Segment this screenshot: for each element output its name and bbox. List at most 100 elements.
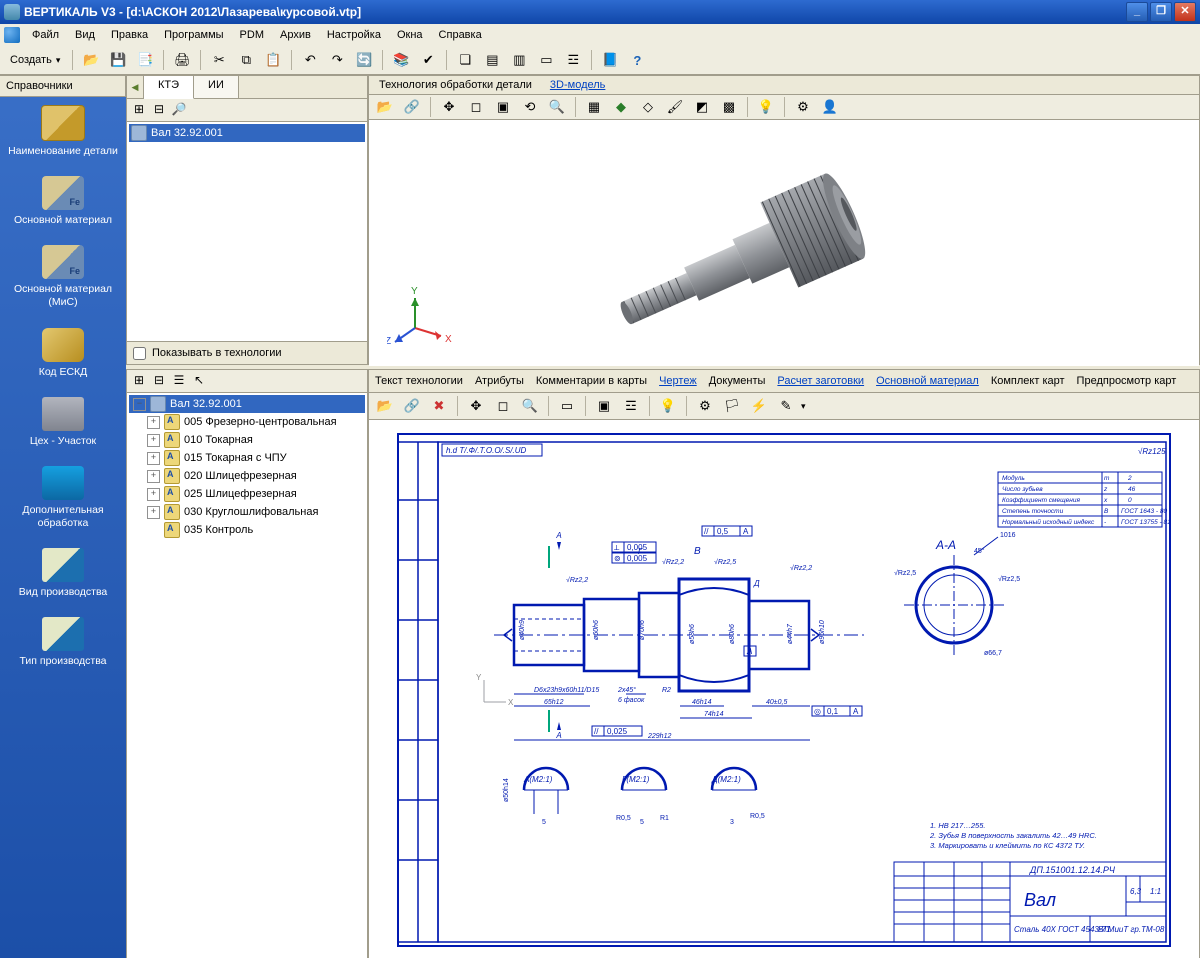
v-hidden-icon[interactable]: ◇ <box>636 95 660 119</box>
paste-icon[interactable]: 📋 <box>261 48 285 72</box>
layers-icon[interactable]: 📚 <box>389 48 413 72</box>
kte-root-node[interactable]: Вал 32.92.001 <box>129 124 365 142</box>
operation-node[interactable]: 035 Контроль <box>129 521 365 539</box>
menu-правка[interactable]: Правка <box>103 27 156 43</box>
menu-настройка[interactable]: Настройка <box>319 27 389 43</box>
d-fn2-icon[interactable]: ⚡ <box>747 394 771 418</box>
expander-icon[interactable]: + <box>147 416 160 429</box>
d-link-icon[interactable]: 🔗 <box>400 394 424 418</box>
v-zoombox-icon[interactable]: ◻ <box>464 95 488 119</box>
window-layout-icon[interactable]: ☲ <box>561 48 585 72</box>
d-zoombox-icon[interactable]: ◻ <box>491 394 515 418</box>
operation-node[interactable]: +030 Круглошлифовальная <box>129 503 365 521</box>
show-in-tech-input[interactable] <box>133 347 146 360</box>
expander-icon[interactable]: + <box>147 470 160 483</box>
d-open-icon[interactable]: 📂 <box>373 394 397 418</box>
d-del-icon[interactable]: ✖ <box>427 394 451 418</box>
expander-icon[interactable]: + <box>147 452 160 465</box>
doc-tab[interactable]: Атрибуты <box>475 375 524 387</box>
d-sel-icon[interactable]: ▣ <box>592 394 616 418</box>
tree-collapse-icon[interactable]: ⊟ <box>151 102 167 118</box>
ops-collapse-icon[interactable]: ⊟ <box>151 373 167 389</box>
menu-файл[interactable]: Файл <box>24 27 67 43</box>
tab-3dmodel[interactable]: 3D-модель <box>546 76 609 94</box>
v-body-icon[interactable]: 👤 <box>818 95 842 119</box>
redo-icon[interactable]: ↷ <box>325 48 349 72</box>
menu-вид[interactable]: Вид <box>67 27 103 43</box>
d-zoom-icon[interactable]: 🔍 <box>518 394 542 418</box>
menu-программы[interactable]: Программы <box>156 27 231 43</box>
menu-окна[interactable]: Окна <box>389 27 431 43</box>
v-shade-icon[interactable]: ◆ <box>609 95 633 119</box>
tab-kte[interactable]: КТЭ <box>144 76 194 99</box>
doc-tab[interactable]: Предпросмотр карт <box>1077 375 1177 387</box>
doc-tab[interactable]: Основной материал <box>876 375 979 387</box>
v-link-icon[interactable]: 🔗 <box>400 95 424 119</box>
d-bulb-icon[interactable]: 💡 <box>656 394 680 418</box>
rail-item[interactable]: Наименование детали <box>0 97 126 168</box>
print-icon[interactable]: 🖨 <box>170 48 194 72</box>
expander-icon[interactable]: + <box>147 434 160 447</box>
minimize-button[interactable]: _ <box>1126 2 1148 22</box>
expander-icon[interactable]: + <box>147 488 160 501</box>
undo-icon[interactable]: ↶ <box>298 48 322 72</box>
cut-icon[interactable]: ✂ <box>207 48 231 72</box>
v-rotate-icon[interactable]: ⟲ <box>518 95 542 119</box>
v-bulb-icon[interactable]: 💡 <box>754 95 778 119</box>
save-icon[interactable]: 💾 <box>106 48 130 72</box>
tree-expand-icon[interactable]: ⊞ <box>131 102 147 118</box>
refresh-icon[interactable]: 🔄 <box>352 48 376 72</box>
doc-tab[interactable]: Комментарии в карты <box>536 375 647 387</box>
save-all-icon[interactable]: 📑 <box>133 48 157 72</box>
expander-icon[interactable]: + <box>147 506 160 519</box>
v-zoom-icon[interactable]: 🔍 <box>545 95 569 119</box>
close-button[interactable]: ✕ <box>1174 2 1196 22</box>
create-dropdown[interactable]: Создать ▾ <box>4 52 66 68</box>
help-icon[interactable]: ? <box>625 48 649 72</box>
show-in-tech-checkbox[interactable]: Показывать в технологии <box>127 341 367 364</box>
v-open-icon[interactable]: 📂 <box>373 95 397 119</box>
doc-tab[interactable]: Комплект карт <box>991 375 1065 387</box>
d-layers-icon[interactable]: ☲ <box>619 394 643 418</box>
copy-icon[interactable]: ⧉ <box>234 48 258 72</box>
v-gears-icon[interactable]: ⚙ <box>791 95 815 119</box>
expander-icon[interactable]: − <box>133 398 146 411</box>
check-icon[interactable]: ✔ <box>416 48 440 72</box>
operation-node[interactable]: +015 Токарная с ЧПУ <box>129 449 365 467</box>
maximize-button[interactable]: ❐ <box>1150 2 1172 22</box>
operation-node[interactable]: +025 Шлицефрезерная <box>129 485 365 503</box>
d-pan-icon[interactable]: ✥ <box>464 394 488 418</box>
rail-item[interactable]: Тип производства <box>0 609 126 678</box>
window-cascade-icon[interactable]: ❏ <box>453 48 477 72</box>
d-page-icon[interactable]: ▭ <box>555 394 579 418</box>
scene-3d[interactable]: X Y Z <box>369 120 1199 366</box>
ops-expand-icon[interactable]: ⊞ <box>131 373 147 389</box>
tab-ii[interactable]: ИИ <box>194 76 239 98</box>
window-tile-h-icon[interactable]: ▤ <box>480 48 504 72</box>
menu-справка[interactable]: Справка <box>431 27 490 43</box>
d-gears-icon[interactable]: ⚙ <box>693 394 717 418</box>
operation-node[interactable]: +020 Шлицефрезерная <box>129 467 365 485</box>
book-icon[interactable]: 📘 <box>598 48 622 72</box>
v-section-icon[interactable]: ◩ <box>690 95 714 119</box>
ops-filter-icon[interactable]: ☰ <box>171 373 187 389</box>
ops-pointer-icon[interactable]: ↖ <box>191 373 207 389</box>
v-wire-icon[interactable]: ▦ <box>582 95 606 119</box>
tab-techprocess[interactable]: Технология обработки детали <box>375 76 536 94</box>
d-fn1-icon[interactable]: 🏳 <box>720 394 744 418</box>
v-fit-icon[interactable]: ▣ <box>491 95 515 119</box>
tree-find-icon[interactable]: 🔎 <box>171 102 187 118</box>
doc-tab[interactable]: Текст технологии <box>375 375 463 387</box>
rail-item[interactable]: Основной материал (МиС) <box>0 237 126 319</box>
doc-tab[interactable]: Документы <box>709 375 766 387</box>
rail-item[interactable]: Цех - Участок <box>0 389 126 458</box>
window-arrange-icon[interactable]: ▭ <box>534 48 558 72</box>
v-paint-icon[interactable]: 🖌 <box>663 95 687 119</box>
doc-tab[interactable]: Расчет заготовки <box>777 375 864 387</box>
open-icon[interactable]: 📂 <box>79 48 103 72</box>
operation-node[interactable]: +005 Фрезерно-центровальная <box>129 413 365 431</box>
menu-архив[interactable]: Архив <box>272 27 319 43</box>
menu-pdm[interactable]: PDM <box>232 27 272 43</box>
ops-root-node[interactable]: − Вал 32.92.001 <box>129 395 365 413</box>
d-pen-icon[interactable]: ✎ <box>774 394 798 418</box>
